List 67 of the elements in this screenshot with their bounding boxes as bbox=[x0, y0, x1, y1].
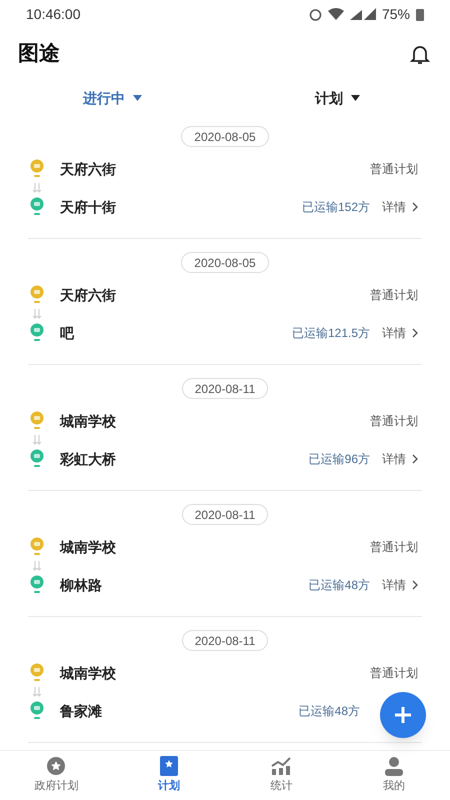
start-location: 城南学校 bbox=[60, 664, 116, 682]
date-pill: 2020-08-05 bbox=[181, 126, 269, 147]
start-pin-icon bbox=[30, 537, 44, 557]
caret-icon bbox=[351, 95, 360, 101]
plan-type: 普通计划 bbox=[370, 665, 418, 682]
plus-icon bbox=[394, 706, 412, 724]
plan-type: 普通计划 bbox=[370, 161, 418, 178]
wifi-icon bbox=[328, 8, 344, 20]
shipped-amount: 已运输96方 bbox=[308, 451, 370, 468]
down-arrow-icon bbox=[33, 561, 41, 571]
down-arrow-icon bbox=[33, 309, 41, 319]
start-location: 天府六街 bbox=[60, 286, 116, 304]
down-arrow-icon bbox=[33, 183, 41, 193]
bar-chart-icon bbox=[270, 756, 292, 776]
caret-icon bbox=[133, 95, 142, 101]
chevron-right-icon bbox=[412, 454, 418, 464]
start-pin-icon bbox=[30, 411, 44, 431]
filter-dropdown[interactable]: 计划 bbox=[225, 88, 450, 108]
plan-type: 普通计划 bbox=[370, 539, 418, 556]
end-pin-icon bbox=[30, 575, 44, 595]
start-pin-icon bbox=[30, 159, 44, 179]
battery-icon bbox=[416, 8, 424, 20]
nav-tab[interactable]: 计划 bbox=[112, 751, 225, 800]
end-location: 彩虹大桥 bbox=[60, 450, 116, 468]
down-arrow-icon bbox=[33, 687, 41, 697]
date-pill: 2020-08-11 bbox=[182, 378, 268, 399]
star-circle-icon bbox=[46, 756, 66, 776]
app-title: 图途 bbox=[18, 41, 60, 68]
detail-link[interactable]: 详情 bbox=[382, 198, 418, 216]
nav-tab[interactable]: 我的 bbox=[338, 751, 450, 800]
end-pin-icon bbox=[30, 197, 44, 217]
signal-icon bbox=[350, 8, 376, 20]
end-pin-icon bbox=[30, 701, 44, 721]
detail-link[interactable]: 详情 bbox=[382, 576, 418, 594]
start-pin-icon bbox=[30, 285, 44, 305]
nav-tab[interactable]: 统计 bbox=[225, 751, 338, 800]
detail-link[interactable]: 详情 bbox=[382, 450, 418, 468]
battery-percent: 75% bbox=[382, 4, 410, 24]
start-location: 城南学校 bbox=[60, 412, 116, 430]
chevron-right-icon bbox=[412, 202, 418, 212]
date-pill: 2020-08-05 bbox=[181, 252, 269, 273]
end-pin-icon bbox=[30, 323, 44, 343]
end-location: 吧 bbox=[60, 324, 74, 342]
shipped-amount: 已运输48方 bbox=[298, 703, 360, 720]
shipped-amount: 已运输152方 bbox=[302, 199, 370, 216]
end-location: 天府十街 bbox=[60, 198, 116, 216]
shipped-amount: 已运输48方 bbox=[308, 577, 370, 594]
add-button[interactable] bbox=[380, 692, 426, 738]
filter-dropdown[interactable]: 进行中 bbox=[0, 88, 225, 108]
plan-type: 普通计划 bbox=[370, 413, 418, 430]
status-time: 10:46:00 bbox=[26, 4, 80, 24]
chevron-right-icon bbox=[412, 580, 418, 590]
down-arrow-icon bbox=[33, 435, 41, 445]
detail-link[interactable]: 详情 bbox=[382, 324, 418, 342]
end-location: 柳林路 bbox=[60, 576, 102, 594]
nav-tab[interactable]: 政府计划 bbox=[0, 751, 112, 800]
end-location: 鲁家滩 bbox=[60, 702, 102, 720]
date-pill: 2020-08-11 bbox=[182, 630, 268, 651]
shipped-amount: 已运输121.5方 bbox=[292, 325, 370, 342]
chevron-right-icon bbox=[412, 328, 418, 338]
start-location: 天府六街 bbox=[60, 160, 116, 178]
start-location: 城南学校 bbox=[60, 538, 116, 556]
date-pill: 2020-08-11 bbox=[182, 504, 268, 525]
end-pin-icon bbox=[30, 449, 44, 469]
start-pin-icon bbox=[30, 663, 44, 683]
plan-type: 普通计划 bbox=[370, 287, 418, 304]
person-icon bbox=[384, 756, 404, 776]
